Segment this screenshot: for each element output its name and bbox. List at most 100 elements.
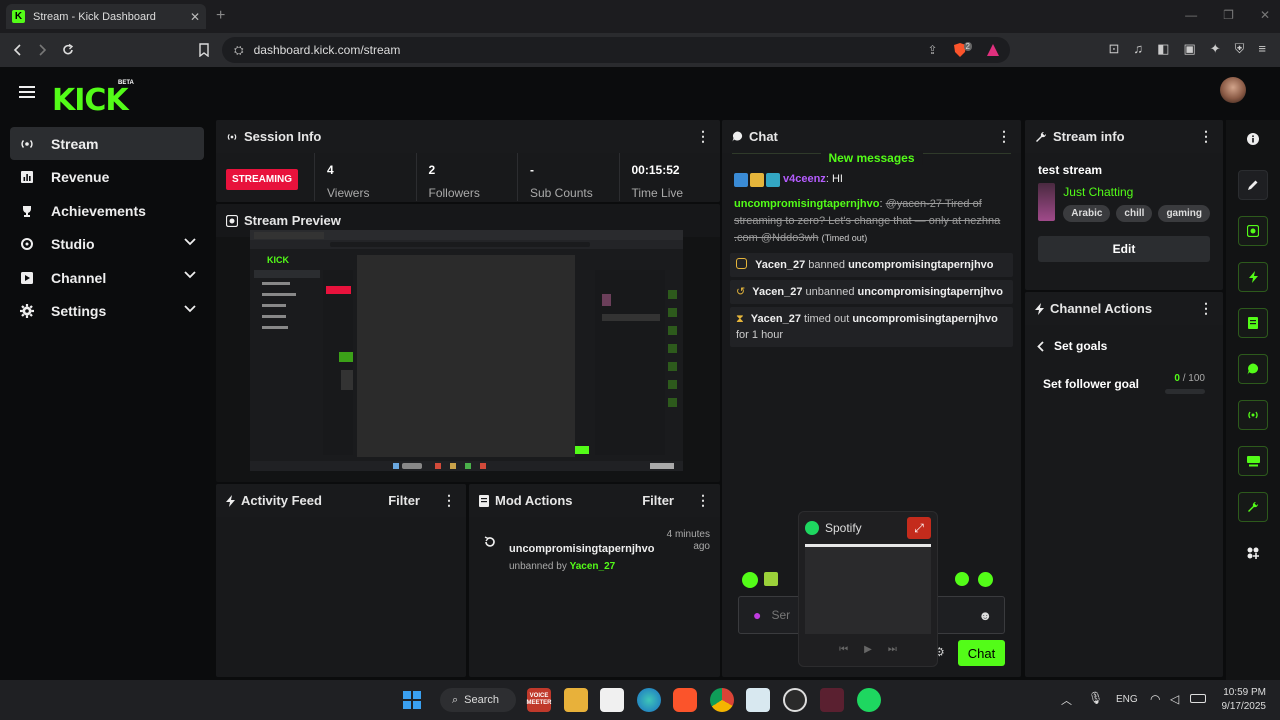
sidebar-item-revenue[interactable]: Revenue [10,161,204,194]
spotify-taskbar-icon[interactable] [857,688,881,712]
more-options-icon[interactable]: ⋮ [696,492,710,509]
chevron-down-icon[interactable] [184,271,196,279]
close-tab-icon[interactable]: ✕ [190,10,200,24]
collapse-icon[interactable]: ⤢ [907,517,931,539]
edit-stream-icon[interactable] [1238,170,1268,200]
leo-ai-icon[interactable]: ✦ [1210,41,1221,57]
windows-start-icon[interactable] [400,688,424,712]
stream-preview-video[interactable]: KICK [250,230,683,471]
taskbar-search[interactable]: ⌕ Search [440,688,516,712]
emote-icon[interactable] [955,572,969,586]
chat-username[interactable]: uncompromisingtapernjhvo [734,198,879,210]
category-thumbnail[interactable] [1038,183,1056,221]
chevron-down-icon[interactable] [184,237,196,246]
file-explorer-icon[interactable] [564,688,588,712]
microphone-tray-icon[interactable]: 🎙 [1088,691,1103,705]
mod-event-actor[interactable]: Yacen_27 [751,313,801,325]
filter-button[interactable]: Filter [388,493,420,508]
add-widget-icon[interactable] [1238,538,1268,568]
clock[interactable]: 10:59 PM 9/17/2025 [1214,686,1267,714]
battery-icon[interactable] [1190,694,1206,703]
microsoft-store-icon[interactable] [600,688,624,712]
next-track-icon[interactable]: ⏭ [888,644,897,655]
kick-logo[interactable]: KICK [52,83,129,118]
sidebar-item-achievements[interactable]: Achievements [10,194,204,227]
sidebar-item-stream[interactable]: Stream [10,127,204,160]
filter-button[interactable]: Filter [642,493,674,508]
maximize-icon[interactable]: ❐ [1223,8,1234,22]
tag-chip[interactable]: Arabic [1063,205,1111,222]
menu-icon[interactable]: ≡ [1258,41,1266,57]
info-icon[interactable] [1238,124,1268,154]
camera-icon[interactable] [1238,216,1268,246]
mod-event-actor[interactable]: Yacen_27 [755,259,805,271]
brave-rewards-icon[interactable] [986,43,1000,57]
reload-icon[interactable] [56,38,80,62]
brave-shields-icon[interactable]: 2 [952,41,972,58]
sidebar-toggle-icon[interactable]: ◧ [1157,41,1169,57]
back-icon[interactable] [6,38,30,62]
hamburger-menu-icon[interactable] [19,86,35,98]
chevron-left-icon[interactable] [1037,340,1044,352]
more-options-icon[interactable]: ⋮ [1199,300,1213,317]
microphone-icon[interactable]: ● [753,607,761,623]
browser-tab[interactable]: K Stream - Kick Dashboard ✕ [6,4,206,29]
mod-event-target[interactable]: uncompromisingtapernjhvo [852,313,997,325]
send-chat-button[interactable]: Chat [958,640,1005,666]
document-icon[interactable] [1238,308,1268,338]
more-options-icon[interactable]: ⋮ [997,128,1011,145]
volume-icon[interactable]: ◁ [1170,692,1179,706]
voicemeeter-icon[interactable]: VOICE MEETER [527,688,552,712]
emote-icon[interactable] [978,572,993,587]
mod-event-actor[interactable]: Yacen_27 [752,286,802,298]
edit-button[interactable]: Edit [1038,236,1210,262]
sidebar-item-settings[interactable]: Settings [10,295,204,328]
window-close-icon[interactable]: ✕ [1260,8,1270,22]
category-name[interactable]: Just Chatting [1063,185,1210,199]
emoji-icon[interactable]: ☻ [978,608,992,623]
chat-username[interactable]: v4ceenz [783,171,826,188]
share-icon[interactable]: ⇪ [927,43,937,57]
wrench-icon[interactable] [1238,492,1268,522]
new-tab-icon[interactable]: + [216,7,225,25]
set-goals-back[interactable]: Set goals [1025,325,1223,353]
tag-chip[interactable]: chill [1116,205,1153,222]
more-options-icon[interactable]: ⋮ [1199,128,1213,145]
chat-bubble-icon[interactable] [1238,354,1268,384]
forward-icon[interactable] [30,38,54,62]
site-info-icon[interactable]: ⛭ [234,43,244,58]
wallet-icon[interactable]: ▣ [1183,41,1195,57]
sidebar-item-studio[interactable]: Studio [10,228,204,261]
emote-icon[interactable] [764,572,778,586]
screenshot-icon[interactable]: ⊡ [1108,41,1119,57]
play-icon[interactable]: ▶ [864,644,872,655]
emote-icon[interactable] [742,572,758,588]
mod-event-target[interactable]: uncompromisingtapernjhvo [848,259,993,271]
new-messages-divider[interactable]: New messages [732,151,1011,169]
minimize-icon[interactable]: — [1185,8,1197,22]
game-icon[interactable] [820,688,844,712]
mod-event-target[interactable]: uncompromisingtapernjhvo [858,286,1003,298]
media-icon[interactable]: ♫ [1133,41,1143,57]
bookmark-icon[interactable] [192,38,216,62]
mod-action-actor[interactable]: Yacen_27 [570,561,616,572]
app-icon[interactable] [746,688,770,712]
follower-goal-row[interactable]: Set follower goal 0 / 100 [1025,353,1223,394]
vpn-icon[interactable]: ⛨ [1235,41,1245,57]
previous-track-icon[interactable]: ⏮ [839,644,848,655]
edge-icon[interactable] [637,688,661,712]
chrome-icon[interactable] [710,688,734,712]
obs-icon[interactable] [783,688,807,712]
language-indicator[interactable]: ENG [1116,694,1138,705]
mod-action-user[interactable]: uncompromisingtapernjhvo [509,543,666,555]
wifi-icon[interactable]: ◠ [1150,692,1160,706]
screen-layout-icon[interactable] [1238,446,1268,476]
show-hidden-icons[interactable]: ︿ [1061,692,1072,708]
brave-icon[interactable] [673,688,697,712]
broadcast-icon[interactable] [1238,400,1268,430]
tag-chip[interactable]: gaming [1158,205,1210,222]
sidebar-item-channel[interactable]: Channel [10,261,204,294]
url-field[interactable]: ⛭ dashboard.kick.com/stream ⇪ 2 [222,37,1010,63]
user-avatar[interactable] [1220,77,1246,103]
more-options-icon[interactable]: ⋮ [442,492,456,509]
